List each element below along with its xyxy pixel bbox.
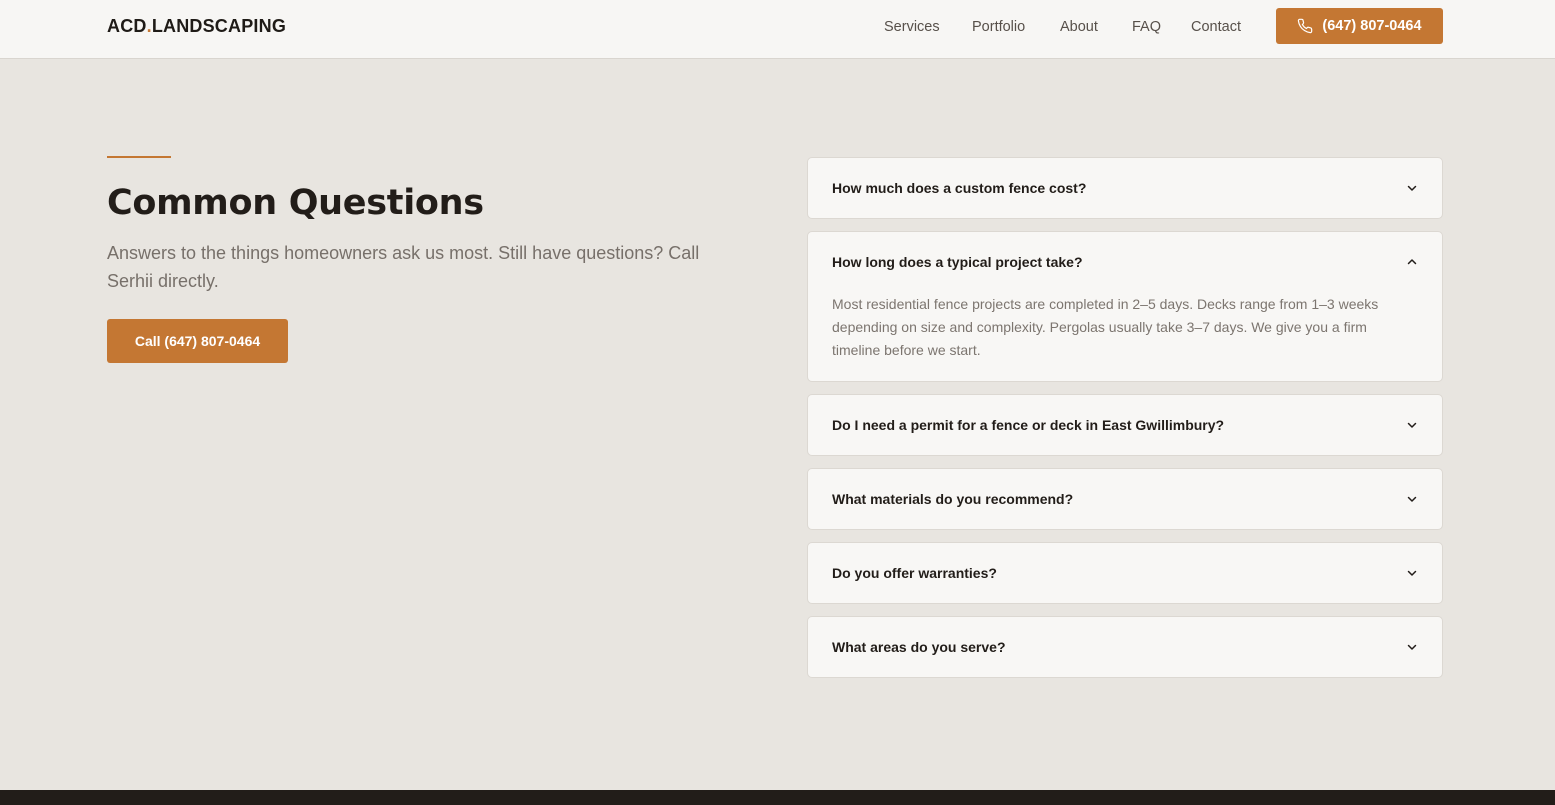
section-title: Common Questions	[107, 183, 484, 223]
nav-link-services[interactable]: Services	[884, 17, 940, 37]
faq-item-expanded[interactable]: How long does a typical project take? Mo…	[807, 231, 1443, 382]
faq-item[interactable]: How much does a custom fence cost?	[807, 157, 1443, 219]
nav-link-contact[interactable]: Contact	[1191, 17, 1241, 37]
faq-item[interactable]: What areas do you serve?	[807, 616, 1443, 678]
faq-question: Do you offer warranties?	[832, 565, 997, 581]
chevron-down-icon	[1407, 422, 1417, 428]
chevron-up-icon	[1407, 259, 1417, 265]
faq-item[interactable]: What materials do you recommend?	[807, 468, 1443, 530]
faq-answer: Most residential fence projects are comp…	[832, 296, 1379, 358]
site-header: ACD.LANDSCAPING Services Portfolio About…	[0, 0, 1555, 59]
nav-link-about[interactable]: About	[1060, 17, 1098, 37]
logo[interactable]: ACD.LANDSCAPING	[107, 16, 286, 36]
footer-top-edge	[0, 790, 1555, 805]
page: ACD.LANDSCAPING Services Portfolio About…	[0, 0, 1555, 805]
chevron-down-icon	[1407, 496, 1417, 502]
header-phone-label: (647) 807-0464	[1322, 18, 1422, 34]
logo-text-part1: ACD	[107, 16, 147, 36]
faq-question: How long does a typical project take?	[832, 254, 1083, 270]
faq-question: How much does a custom fence cost?	[832, 180, 1087, 196]
section-subtitle: Answers to the things homeowners ask us …	[107, 243, 700, 291]
nav-link-portfolio[interactable]: Portfolio	[972, 17, 1025, 37]
nav-link-faq[interactable]: FAQ	[1132, 17, 1161, 37]
faq-item[interactable]: Do you offer warranties?	[807, 542, 1443, 604]
chevron-down-icon	[1407, 185, 1417, 191]
faq-question: What areas do you serve?	[832, 639, 1006, 655]
logo-text-part2: LANDSCAPING	[151, 16, 287, 36]
phone-icon	[1298, 18, 1313, 34]
faq-question: Do I need a permit for a fence or deck i…	[832, 417, 1225, 433]
call-button[interactable]: Call (647) 807-0464	[107, 319, 288, 363]
chevron-down-icon	[1407, 570, 1417, 576]
faq-question: What materials do you recommend?	[832, 491, 1074, 507]
header-phone-button[interactable]: (647) 807-0464	[1276, 8, 1443, 44]
chevron-down-icon	[1407, 644, 1417, 650]
section-accent-line	[107, 156, 171, 158]
faq-item[interactable]: Do I need a permit for a fence or deck i…	[807, 394, 1443, 456]
